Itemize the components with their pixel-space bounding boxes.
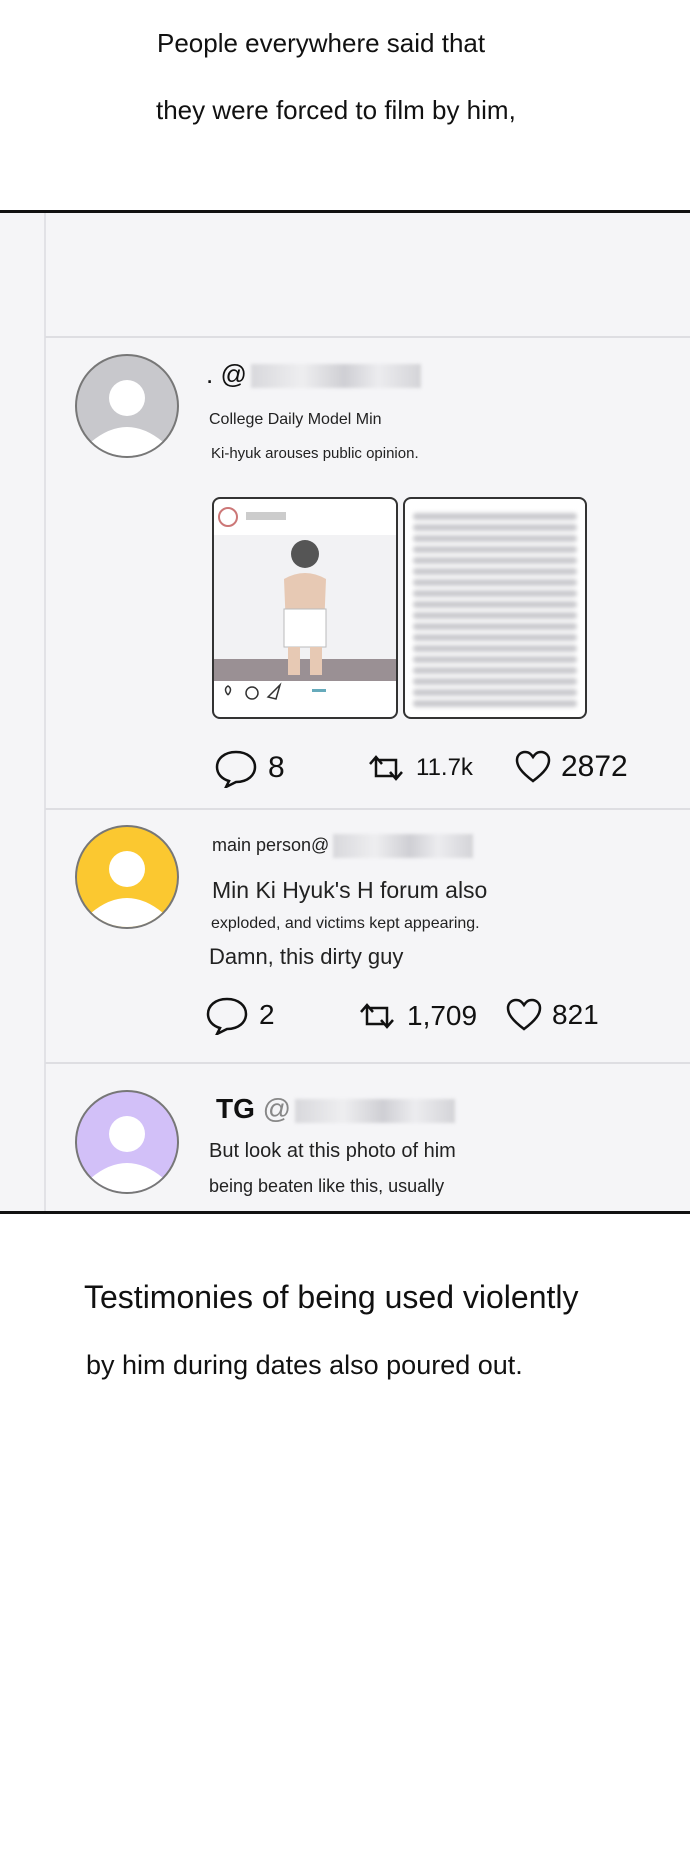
top-caption-line2: they were forced to film by him, [156, 95, 516, 125]
retweet-count: 11.7k [416, 754, 473, 781]
comment-icon [245, 686, 259, 700]
instagram-post-thumbnail [214, 507, 396, 700]
heart-icon [515, 750, 551, 783]
post-handle[interactable]: main person@ [212, 834, 474, 858]
post-text-line3: Damn, this dirty guy [209, 944, 404, 969]
post-text-line1: Min Ki Hyuk's H forum also [212, 877, 488, 903]
post-text-line1: College Daily Model Min [209, 411, 382, 428]
comment-icon [206, 997, 248, 1035]
post-text-line1: But look at this photo of him [209, 1140, 456, 1162]
avatar[interactable] [75, 825, 179, 929]
top-caption-line1: People everywhere said that [157, 28, 486, 58]
post-text-line2: being beaten like this, usually [209, 1176, 445, 1196]
comment-count: 8 [268, 751, 285, 784]
post-divider [45, 1062, 690, 1064]
blurred-text-image [405, 499, 585, 707]
send-icon [266, 682, 282, 700]
handle-prefix: . @ [206, 359, 247, 389]
avatar[interactable] [75, 1090, 179, 1194]
handle-redacted [333, 834, 474, 858]
profile-silhouette-icon [91, 851, 163, 927]
handle-at: @ [262, 1093, 292, 1124]
avatar[interactable] [75, 354, 179, 458]
handle-redacted [295, 1098, 456, 1123]
like-stat[interactable]: 2872 [515, 750, 628, 784]
handle-redacted [250, 364, 421, 389]
post-divider [45, 336, 690, 338]
handle-prefix: main person@ [212, 834, 330, 855]
comment-count: 2 [259, 999, 275, 1030]
attached-image-2[interactable] [403, 497, 587, 719]
post-divider [45, 808, 690, 810]
retweet-icon [360, 1003, 394, 1029]
comment-stat[interactable]: 2 [205, 995, 275, 1035]
retweet-count: 1,709 [407, 1000, 478, 1031]
retweet-icon [369, 755, 403, 781]
attached-image-1[interactable] [212, 497, 398, 719]
post-handle[interactable]: . @ [206, 359, 421, 390]
like-count: 2872 [561, 750, 628, 783]
profile-silhouette-icon [91, 380, 163, 456]
heart-icon [224, 685, 232, 696]
post-text-line2: Ki-hyuk arouses public opinion. [211, 445, 419, 462]
social-feed-panel: . @ College Daily Model Min Ki-hyuk arou… [0, 210, 690, 1214]
like-stat[interactable]: 821 [506, 998, 599, 1032]
comment-icon [215, 750, 257, 788]
bottom-caption-line1: Testimonies of being used violently [84, 1279, 579, 1315]
post-handle[interactable]: TG @ [216, 1093, 456, 1125]
like-count: 821 [552, 999, 599, 1030]
profile-silhouette-icon [91, 1116, 163, 1192]
comment-stat[interactable]: 8 [214, 748, 285, 788]
bottom-caption-line2: by him during dates also poured out. [86, 1350, 523, 1380]
heart-icon [506, 998, 542, 1031]
retweet-stat[interactable]: 11.7k [366, 752, 473, 784]
retweet-stat[interactable]: 1,709 [357, 1000, 477, 1032]
handle-name: TG [216, 1093, 255, 1124]
post-text-line2: exploded, and victims kept appearing. [211, 915, 480, 932]
